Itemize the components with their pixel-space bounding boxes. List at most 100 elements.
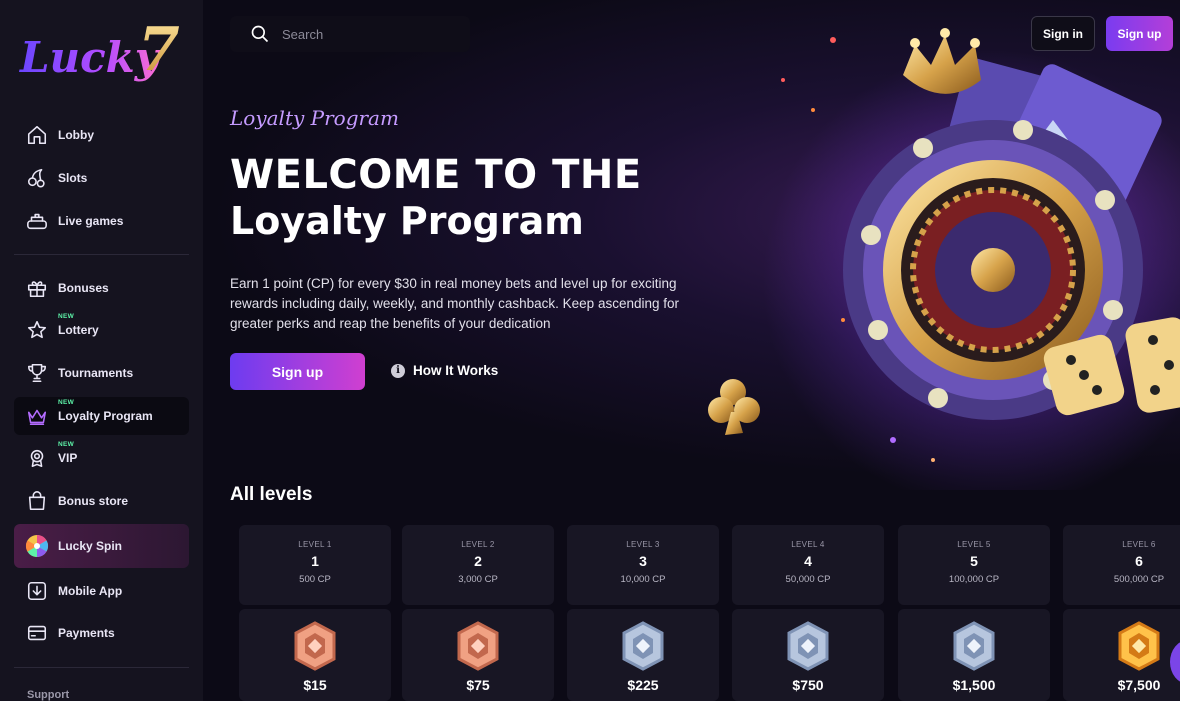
- brand-logo[interactable]: Lucky 7: [18, 14, 188, 94]
- level-tag: LEVEL 5: [957, 540, 991, 549]
- sidebar-item-label: Slots: [58, 171, 88, 185]
- search-bar[interactable]: [230, 16, 470, 52]
- level-card[interactable]: LEVEL 6 6 500,000 CP: [1063, 525, 1180, 605]
- reward-amount: $750: [792, 677, 824, 693]
- hero-illustration: [693, 20, 1180, 510]
- reward-amount: $75: [466, 677, 490, 693]
- lottery-label: Lottery: [58, 323, 99, 337]
- sidebar-item-mobile-app[interactable]: Mobile App: [14, 572, 189, 610]
- search-icon: [251, 25, 269, 43]
- level-medal-icon: [457, 621, 499, 671]
- cherries-icon: [25, 166, 49, 190]
- sidebar-divider: [14, 254, 189, 255]
- sidebar-item-loyalty-program[interactable]: NEW Loyalty Program: [14, 397, 189, 435]
- crown-icon: [25, 404, 49, 428]
- reward-card[interactable]: $15: [239, 609, 391, 701]
- new-badge: NEW: [58, 313, 75, 320]
- level-card[interactable]: LEVEL 4 4 50,000 CP: [732, 525, 884, 605]
- sidebar-item-lottery[interactable]: NEW Lottery: [14, 311, 189, 349]
- trophy-icon: [25, 361, 49, 385]
- reward-amount: $15: [303, 677, 327, 693]
- level-number: 1: [311, 553, 319, 569]
- sidebar-item-lucky-spin[interactable]: Lucky Spin: [14, 524, 189, 568]
- sidebar-item-live-games[interactable]: Live games: [14, 202, 189, 240]
- level-points: 50,000 CP: [785, 574, 831, 585]
- support-heading: Support: [27, 689, 70, 701]
- logo-number: 7: [138, 15, 180, 85]
- reward-card[interactable]: $75: [402, 609, 554, 701]
- sidebar-item-label: NEW Lottery: [58, 313, 99, 337]
- roulette-table-icon: [25, 209, 49, 233]
- level-tag: LEVEL 3: [626, 540, 660, 549]
- download-icon: [25, 579, 49, 603]
- how-it-works-label: How It Works: [413, 363, 499, 378]
- sidebar-item-payments[interactable]: Payments: [14, 614, 189, 652]
- sidebar-item-label: Lobby: [58, 128, 94, 142]
- main-content: Sign in Sign up: [203, 0, 1180, 701]
- sidebar-divider: [14, 667, 189, 668]
- level-number: 6: [1135, 553, 1143, 569]
- sidebar-item-bonuses[interactable]: Bonuses: [14, 269, 189, 307]
- new-badge: NEW: [58, 399, 75, 406]
- sidebar-item-label: Lucky Spin: [58, 539, 123, 553]
- level-points: 3,000 CP: [458, 574, 498, 585]
- how-it-works-link[interactable]: i How It Works: [391, 363, 498, 378]
- hero-signup-button[interactable]: Sign up: [230, 353, 365, 390]
- level-card[interactable]: LEVEL 3 3 10,000 CP: [567, 525, 719, 605]
- level-medal-icon: [953, 621, 995, 671]
- sidebar-item-label: Live games: [58, 214, 124, 228]
- home-icon: [25, 123, 49, 147]
- level-number: 4: [804, 553, 812, 569]
- sidebar-item-label: Bonuses: [58, 281, 109, 295]
- search-input[interactable]: [282, 26, 432, 42]
- level-medal-icon: [294, 621, 336, 671]
- hero-title-line1: WELCOME TO THE: [230, 152, 642, 198]
- shopping-bag-icon: [25, 489, 49, 513]
- reward-card[interactable]: $7,500: [1063, 609, 1180, 701]
- sidebar-item-label: Bonus store: [58, 494, 129, 508]
- level-tag: LEVEL 2: [461, 540, 495, 549]
- reward-card[interactable]: $225: [567, 609, 719, 701]
- level-points: 500,000 CP: [1113, 574, 1165, 585]
- hero-kicker: Loyalty Program: [230, 106, 399, 130]
- level-points: 10,000 CP: [620, 574, 666, 585]
- level-card[interactable]: LEVEL 5 5 100,000 CP: [898, 525, 1050, 605]
- reward-card[interactable]: $1,500: [898, 609, 1050, 701]
- sidebar-item-tournaments[interactable]: Tournaments: [14, 354, 189, 392]
- levels-title: All levels: [230, 484, 313, 505]
- hero-title-line2: Loyalty Program: [230, 199, 584, 243]
- level-tag: LEVEL 1: [298, 540, 332, 549]
- star-icon: [25, 318, 49, 342]
- sidebar-item-label: NEW Loyalty Program: [58, 399, 153, 423]
- new-badge: NEW: [58, 441, 75, 448]
- level-number: 5: [970, 553, 978, 569]
- sidebar-item-lobby[interactable]: Lobby: [14, 116, 189, 154]
- sidebar-item-label: Mobile App: [58, 584, 123, 598]
- level-card[interactable]: LEVEL 2 2 3,000 CP: [402, 525, 554, 605]
- wheel-icon: [25, 534, 49, 558]
- hero-description: Earn 1 point (CP) for every $30 in real …: [230, 276, 679, 331]
- level-number: 3: [639, 553, 647, 569]
- reward-amount: $225: [627, 677, 659, 693]
- level-tag: LEVEL 4: [791, 540, 825, 549]
- level-medal-icon: [1118, 621, 1160, 671]
- level-card[interactable]: LEVEL 1 1 500 CP: [239, 525, 391, 605]
- sidebar-item-label: Tournaments: [58, 366, 134, 380]
- reward-amount: $7,500: [1117, 677, 1161, 693]
- sidebar-item-slots[interactable]: Slots: [14, 159, 189, 197]
- sidebar-item-bonus-store[interactable]: Bonus store: [14, 482, 189, 520]
- level-medal-icon: [622, 621, 664, 671]
- loyalty-label: Loyalty Program: [58, 409, 153, 423]
- level-tag: LEVEL 6: [1122, 540, 1156, 549]
- medal-icon: [25, 446, 49, 470]
- sidebar-item-label: Payments: [58, 626, 115, 640]
- gift-icon: [25, 276, 49, 300]
- reward-card[interactable]: $750: [732, 609, 884, 701]
- club-illustration: [708, 379, 760, 435]
- level-number: 2: [474, 553, 482, 569]
- sidebar: Lucky 7 Lobby Slots Live games Bonuses N…: [0, 0, 203, 701]
- level-points: 100,000 CP: [948, 574, 1000, 585]
- level-points: 500 CP: [299, 574, 331, 585]
- sidebar-item-vip[interactable]: NEW VIP: [14, 439, 189, 477]
- vip-label: VIP: [58, 451, 78, 465]
